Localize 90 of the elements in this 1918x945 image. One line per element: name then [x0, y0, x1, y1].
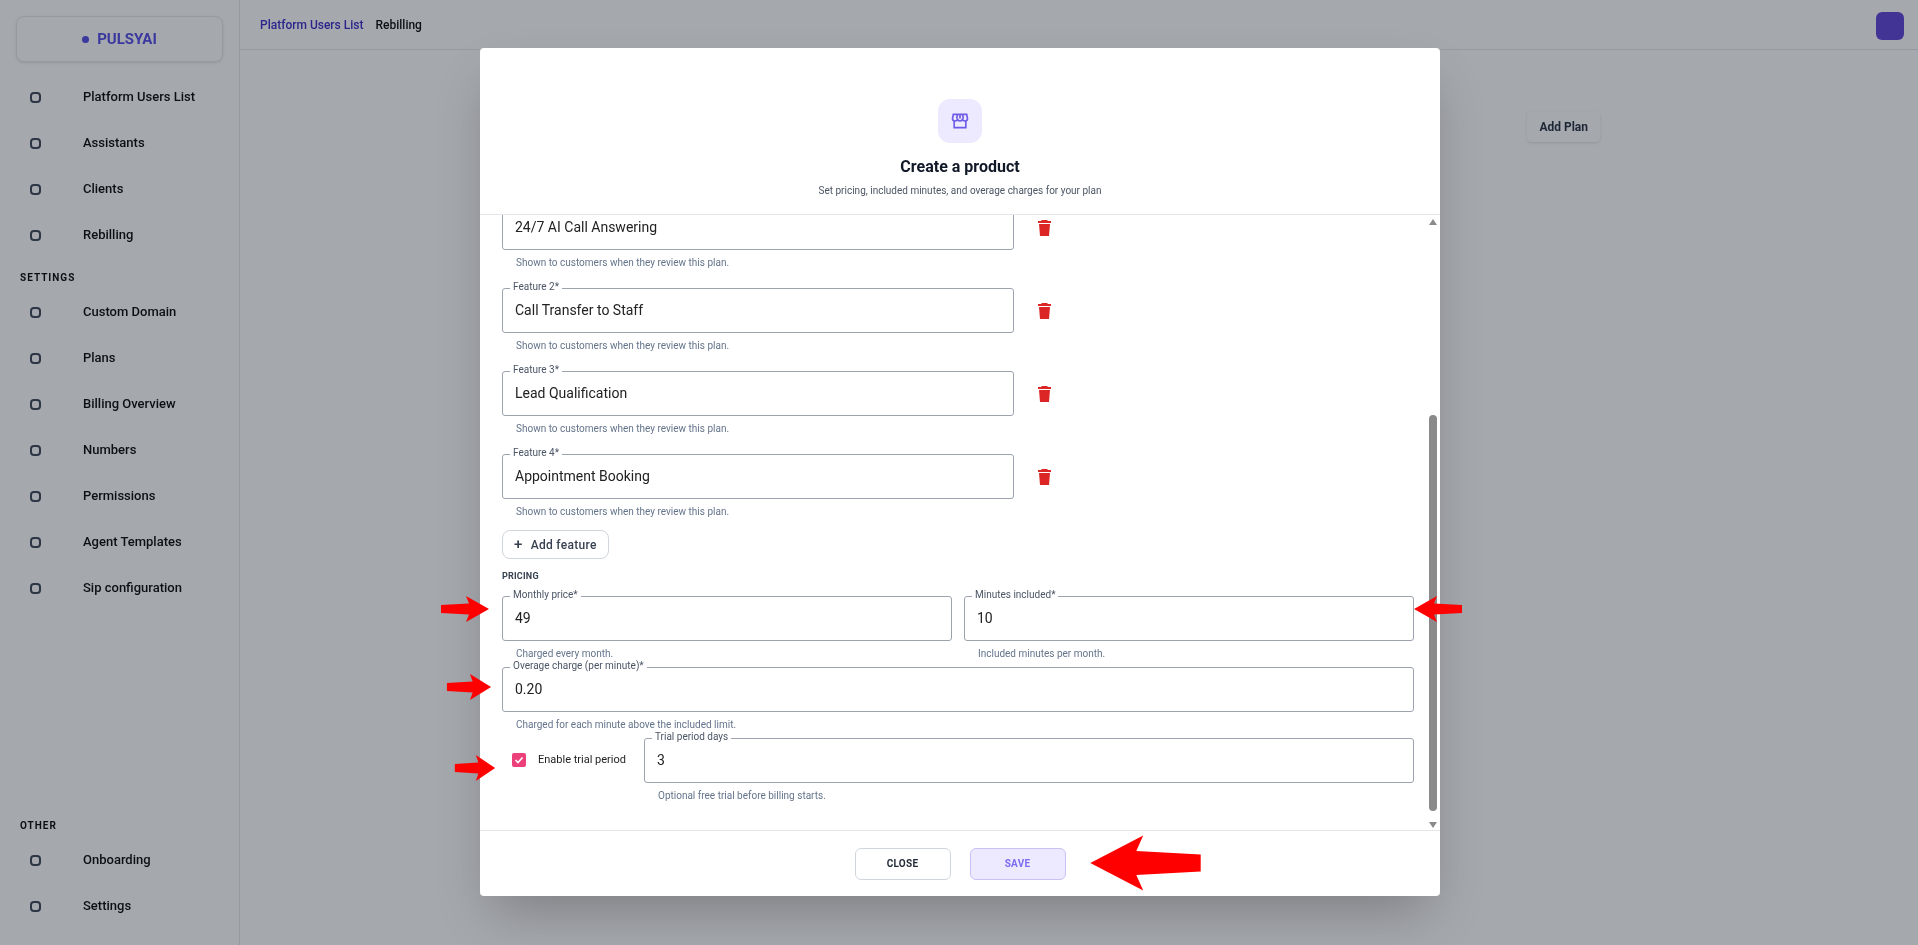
- menu-item-icon: [30, 536, 41, 548]
- sidebar-item-label: Numbers: [83, 441, 137, 460]
- breadcrumb-link[interactable]: Platform Users List: [260, 15, 364, 34]
- sidebar-item[interactable]: Platform Users List: [16, 74, 223, 120]
- menu-item-icon: [30, 229, 41, 241]
- helper-text: Included minutes per month.: [977, 646, 1107, 660]
- delete-icon[interactable]: [1038, 303, 1051, 319]
- logo-text: PULSYAI: [97, 28, 157, 50]
- menu-item-icon: [30, 91, 41, 103]
- checkbox[interactable]: [512, 753, 526, 767]
- sidebar-item-label: Custom Domain: [83, 303, 177, 322]
- sidebar-item[interactable]: Rebilling: [16, 212, 223, 258]
- annotation-arrow: [446, 673, 492, 701]
- check-icon: [514, 755, 524, 765]
- sidebar-item-label: Onboarding: [83, 851, 151, 870]
- sidebar-item-label: Settings: [83, 897, 132, 916]
- helper-text: Charged for each minute above the included limit.: [515, 717, 738, 731]
- sidebar-item-label: Rebilling: [83, 226, 134, 245]
- scroll-down-icon[interactable]: [1429, 822, 1437, 828]
- add-feature-button[interactable]: + Add feature: [502, 530, 609, 559]
- delete-icon[interactable]: [1038, 386, 1051, 402]
- sidebar-item[interactable]: Settings: [16, 883, 223, 929]
- trial-checkbox[interactable]: Enable trial period: [502, 737, 644, 783]
- delete-icon[interactable]: [1038, 220, 1051, 236]
- field-label: Feature 3*: [510, 364, 562, 376]
- annotation-arrow: [454, 754, 496, 782]
- menu-item-icon: [30, 444, 41, 456]
- sidebar-item[interactable]: Permissions: [16, 473, 223, 519]
- menu-item-icon: [30, 137, 41, 149]
- dialog-title: Create a product: [900, 156, 1020, 178]
- field-label: Trial period days: [652, 730, 732, 743]
- field-value: 49: [515, 608, 531, 628]
- menu-item-icon: [30, 582, 41, 594]
- field-label: Feature 2*: [510, 281, 562, 293]
- sidebar-item[interactable]: Billing Overview: [16, 381, 223, 427]
- delete-icon[interactable]: [1038, 469, 1051, 485]
- sidebar-item[interactable]: Custom Domain: [16, 289, 223, 335]
- helper-text: Charged every month.: [515, 646, 615, 660]
- field-value: 24/7 AI Call Answering: [515, 218, 658, 237]
- menu-item-icon: [30, 352, 41, 364]
- sidebar-item-label: Assistants: [83, 134, 145, 153]
- text-input-field[interactable]: 24/7 AI Call Answering: [502, 215, 1014, 250]
- annotation-arrow: [440, 595, 490, 623]
- menu-item-icon: [30, 490, 41, 502]
- menu-item-icon: [30, 854, 41, 866]
- helper-text: Optional free trial before billing starts.: [657, 788, 827, 802]
- menu-item-icon: [30, 900, 41, 912]
- sidebar-item-label: Permissions: [83, 487, 156, 506]
- annotation-arrow: [1413, 595, 1463, 623]
- helper-text: Shown to customers when they review this plan.: [515, 339, 731, 352]
- avatar-icon[interactable]: [1876, 12, 1904, 40]
- field-label: Overage charge (per minute)*: [510, 659, 647, 672]
- sidebar-item[interactable]: Agent Templates: [16, 519, 223, 565]
- sidebar-item[interactable]: Plans: [16, 335, 223, 381]
- sidebar-item-label: Platform Users List: [83, 88, 196, 107]
- sidebar-item[interactable]: Sip configuration: [16, 565, 223, 611]
- helper-text: Shown to customers when they review this plan.: [515, 422, 731, 435]
- field-value: 3: [657, 750, 665, 770]
- field-label: Monthly price*: [510, 588, 581, 601]
- sidebar-item-label: Agent Templates: [83, 533, 182, 552]
- sidebar-item[interactable]: Assistants: [16, 120, 223, 166]
- sidebar-item-label: Plans: [83, 349, 116, 368]
- scrollbar-thumb[interactable]: [1429, 415, 1437, 811]
- breadcrumb-link[interactable]: Rebilling: [375, 15, 422, 34]
- section-heading: OTHER: [19, 819, 58, 833]
- dialog-subtitle: Set pricing, included minutes, and overage charges for your plan: [818, 184, 1102, 198]
- field-label: Feature 4*: [510, 447, 562, 459]
- menu-item-icon: [30, 183, 41, 195]
- field-value: Lead Qualification: [515, 384, 628, 403]
- field-value: Call Transfer to Staff: [515, 301, 644, 320]
- sidebar-item-label: Billing Overview: [83, 395, 176, 414]
- section-heading: SETTINGS: [19, 271, 77, 285]
- helper-text: Shown to customers when they review this plan.: [515, 505, 731, 518]
- menu-item-icon: [30, 398, 41, 410]
- scroll-up-icon[interactable]: [1429, 219, 1437, 225]
- section-heading: PRICING: [502, 570, 540, 583]
- field-value: 0.20: [515, 679, 543, 699]
- sidebar-item[interactable]: Onboarding: [16, 837, 223, 883]
- field-label: Minutes included*: [972, 588, 1059, 601]
- sidebar-item-label: Clients: [83, 180, 124, 199]
- sidebar-item[interactable]: Clients: [16, 166, 223, 212]
- field-value: 10: [977, 608, 993, 628]
- menu-item-icon: [30, 306, 41, 318]
- sidebar-item[interactable]: Numbers: [16, 427, 223, 473]
- add-plan-button[interactable]: Add Plan: [1527, 112, 1600, 142]
- close-button[interactable]: CLOSE: [854, 847, 951, 880]
- store-icon: [950, 111, 970, 131]
- sidebar-item-label: Sip configuration: [83, 579, 182, 598]
- field-value: Appointment Booking: [515, 467, 650, 486]
- helper-text: Shown to customers when they review this plan.: [515, 256, 731, 269]
